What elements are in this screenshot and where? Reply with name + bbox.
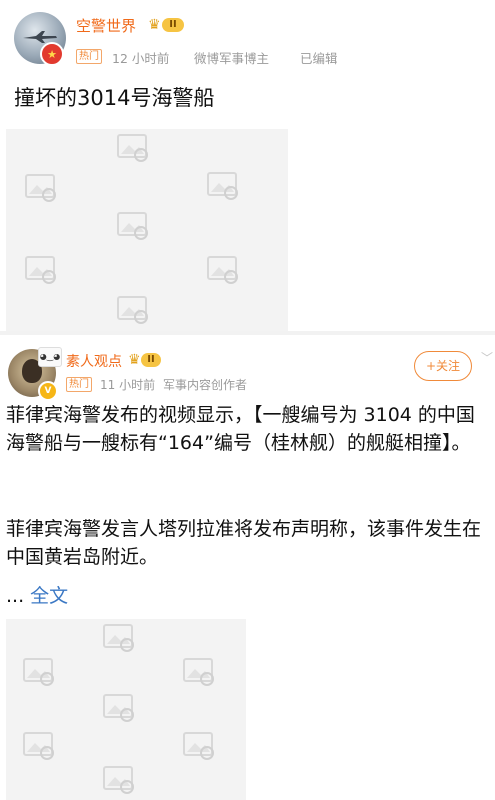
verified-v-icon: V: [38, 381, 58, 401]
author-source: 军事内容创作者: [163, 378, 248, 392]
follow-button[interactable]: +关注: [414, 351, 472, 381]
image-placeholder-icon: [207, 256, 238, 284]
author-name[interactable]: 空警世界: [76, 15, 136, 36]
image-placeholder-icon: [103, 624, 134, 652]
hot-tag: 热门: [66, 377, 92, 392]
author-name[interactable]: 素人观点: [66, 351, 122, 371]
image-placeholder-icon: [117, 212, 148, 240]
image-placeholder-icon: [183, 658, 214, 686]
star-badge-icon: ★: [40, 42, 64, 66]
image-placeholder-icon: [25, 256, 56, 284]
post-title: 撞坏的3014号海警船: [14, 86, 215, 110]
ellipsis: ...: [6, 585, 25, 607]
image-placeholder-icon: [117, 296, 148, 324]
post-card-1: ★ 空警世界 ♛ II 热门 12 小时前 微博军事博主 已编辑 撞坏的3014…: [0, 0, 495, 332]
crown-icon: ♛: [128, 352, 141, 368]
post-time: 11 小时前: [100, 378, 156, 392]
post-image[interactable]: [6, 619, 246, 800]
post-card-2: ◕‿◕ V 素人观点 ♛ II 热门 11 小时前 军事内容创作者 +关注 ﹀ …: [0, 335, 495, 800]
chevron-down-icon[interactable]: ﹀: [481, 349, 493, 366]
level-badge: II: [141, 353, 161, 367]
edited-label: 已编辑: [300, 51, 338, 66]
hot-tag: 热门: [76, 49, 102, 64]
image-placeholder-icon: [183, 732, 214, 760]
image-placeholder-icon: [25, 174, 56, 202]
image-placeholder-icon: [117, 134, 148, 162]
author-source: 微博军事博主: [194, 51, 270, 66]
expand-row: ... 全文: [6, 581, 68, 608]
image-placeholder-icon: [23, 732, 54, 760]
post-time: 12 小时前: [112, 51, 170, 66]
image-placeholder-icon: [103, 766, 134, 794]
image-placeholder-icon: [207, 172, 238, 200]
post-image[interactable]: [6, 129, 288, 332]
post-body-paragraph-1: 菲律宾海警发布的视频显示，【一艘编号为 3104 的中国海警船与一艘标有“164…: [6, 404, 475, 454]
crown-icon: ♛: [148, 17, 161, 33]
image-placeholder-icon: [23, 658, 54, 686]
read-more-link[interactable]: 全文: [30, 585, 68, 607]
avatar-sticker-icon: ◕‿◕: [38, 347, 62, 367]
post-body-paragraph-2: 菲律宾海警发言人塔列拉准将发布声明称，该事件发生在中国黄岩岛附近。: [6, 518, 482, 568]
level-badge: II: [162, 18, 184, 32]
image-placeholder-icon: [103, 694, 134, 722]
